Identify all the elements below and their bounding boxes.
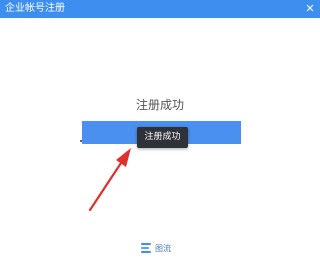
tooltip: 注册成功 — [137, 127, 188, 148]
window-title: 企业帐号注册 — [5, 3, 65, 14]
close-button[interactable]: ✕ — [302, 1, 318, 17]
decorative-dot — [80, 140, 82, 142]
title-bar: 企业帐号注册 ✕ — [0, 0, 320, 18]
app-window: 企业帐号注册 ✕ 注册成功 注册成功 图流 — [0, 0, 320, 272]
footer-logo-text: 图流 — [155, 243, 171, 253]
stack-logo-icon — [141, 243, 151, 253]
success-heading: 注册成功 — [135, 98, 184, 112]
footer-logo: 图流 — [140, 241, 171, 255]
close-icon: ✕ — [305, 2, 315, 15]
